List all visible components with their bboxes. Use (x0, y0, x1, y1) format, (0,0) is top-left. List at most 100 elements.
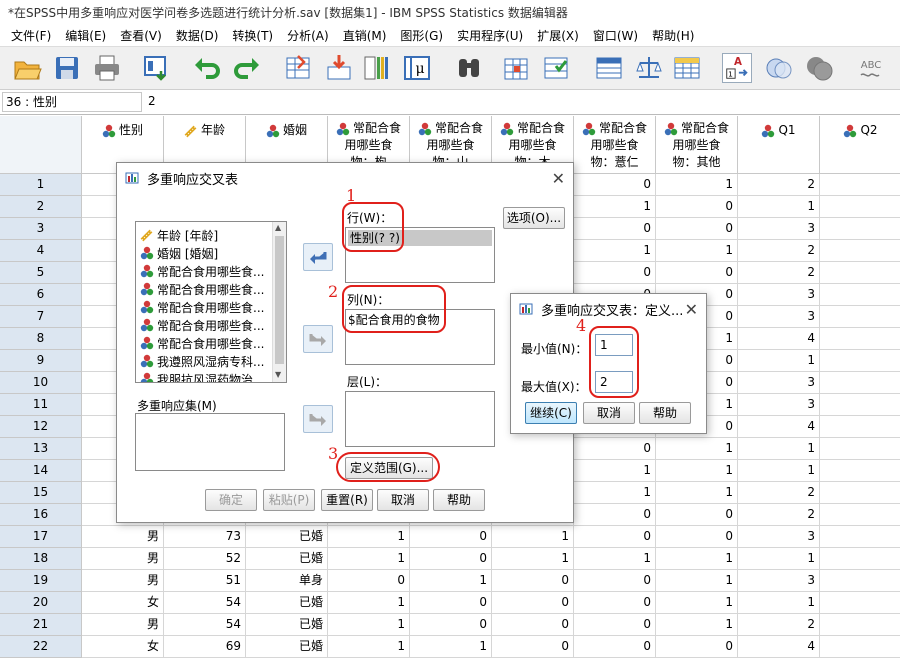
cancel-button[interactable]: 取消 (377, 489, 429, 511)
row-header[interactable]: 6 (0, 284, 82, 306)
table-cell[interactable]: 3 (738, 306, 820, 328)
close-icon[interactable]: ✕ (552, 169, 565, 188)
table-cell[interactable]: 1 (656, 460, 738, 482)
table-cell[interactable]: 3 (738, 570, 820, 592)
insert-variable-icon[interactable] (542, 53, 572, 83)
table-cell[interactable]: 0 (410, 548, 492, 570)
table-cell[interactable]: 0 (410, 592, 492, 614)
table-cell[interactable] (820, 548, 900, 570)
table-cell[interactable] (820, 284, 900, 306)
variables-icon[interactable] (362, 53, 392, 83)
scroll-up-icon[interactable]: ▲ (275, 224, 284, 233)
table-cell[interactable]: 0 (656, 504, 738, 526)
table-cell[interactable]: 0 (574, 218, 656, 240)
table-cell[interactable]: 男 (82, 570, 164, 592)
table-cell[interactable]: 1 (492, 548, 574, 570)
table-cell[interactable]: 1 (328, 526, 410, 548)
table-cell[interactable] (820, 482, 900, 504)
row-header[interactable]: 10 (0, 372, 82, 394)
cancel-button[interactable]: 取消 (583, 402, 635, 424)
goto-case-icon[interactable] (284, 53, 314, 83)
table-cell[interactable]: 0 (574, 174, 656, 196)
table-cell[interactable] (820, 218, 900, 240)
table-cell[interactable]: 1 (738, 350, 820, 372)
table-cell[interactable]: 4 (738, 636, 820, 658)
row-header[interactable]: 1 (0, 174, 82, 196)
table-cell[interactable]: 1 (410, 570, 492, 592)
grid-corner[interactable] (0, 116, 82, 174)
table-cell[interactable]: 0 (492, 614, 574, 636)
table-cell[interactable]: 1 (656, 614, 738, 636)
menu-help[interactable]: 帮助(H) (645, 27, 701, 44)
list-item[interactable]: 常配合食用哪些食... (140, 298, 264, 316)
table-cell[interactable]: 0 (574, 438, 656, 460)
row-header[interactable]: 21 (0, 614, 82, 636)
row-header[interactable]: 2 (0, 196, 82, 218)
table-cell[interactable]: 1 (574, 482, 656, 504)
table-cell[interactable]: 1 (738, 196, 820, 218)
cell-value-input[interactable]: 2 (145, 92, 895, 112)
table-cell[interactable] (820, 306, 900, 328)
table-cell[interactable]: 2 (738, 174, 820, 196)
menu-window[interactable]: 窗口(W) (586, 27, 645, 44)
select-cases-icon[interactable] (672, 53, 702, 83)
table-cell[interactable]: 0 (574, 526, 656, 548)
table-cell[interactable]: 1 (656, 570, 738, 592)
table-cell[interactable] (820, 372, 900, 394)
scroll-thumb[interactable] (275, 236, 284, 364)
continue-button[interactable]: 继续(C) (525, 402, 577, 424)
table-cell[interactable]: 1 (738, 438, 820, 460)
table-cell[interactable] (820, 174, 900, 196)
insert-cases-icon[interactable] (502, 53, 532, 83)
find-icon[interactable] (454, 53, 484, 83)
list-item[interactable]: 我服抗风湿药物治... (140, 370, 264, 382)
table-cell[interactable]: 0 (574, 592, 656, 614)
menu-view[interactable]: 查看(V) (113, 27, 169, 44)
split-file-icon[interactable] (594, 53, 624, 83)
table-cell[interactable]: 3 (738, 284, 820, 306)
list-item[interactable]: 婚姻 [婚姻] (140, 244, 218, 262)
row-header[interactable]: 5 (0, 262, 82, 284)
source-variable-list[interactable]: 年龄 [年龄] 婚姻 [婚姻] 常配合食用哪些食... 常配合食用哪些食... 常配合食… (135, 221, 287, 383)
table-cell[interactable]: 1 (656, 482, 738, 504)
table-cell[interactable]: 1 (656, 592, 738, 614)
table-cell[interactable]: 0 (656, 262, 738, 284)
table-cell[interactable] (820, 570, 900, 592)
move-to-column-button[interactable] (303, 325, 333, 353)
table-cell[interactable] (820, 328, 900, 350)
column-header[interactable]: 常配合食用哪些食物：其他 (656, 116, 738, 174)
table-cell[interactable] (820, 614, 900, 636)
paste-button[interactable]: 粘贴(P) (263, 489, 315, 511)
weight-cases-icon[interactable] (634, 53, 664, 83)
list-item[interactable]: 常配合食用哪些食... (140, 334, 264, 352)
scroll-down-icon[interactable]: ▼ (275, 371, 284, 380)
table-cell[interactable] (820, 438, 900, 460)
column-header[interactable]: Q1 (738, 116, 820, 174)
row-header[interactable]: 12 (0, 416, 82, 438)
table-cell[interactable]: 1 (328, 614, 410, 636)
row-header[interactable]: 4 (0, 240, 82, 262)
run-descriptives-icon[interactable]: μ (402, 53, 432, 83)
table-cell[interactable]: 单身 (246, 570, 328, 592)
move-to-layer-button[interactable] (303, 405, 333, 433)
menu-edit[interactable]: 编辑(E) (58, 27, 113, 44)
row-header[interactable]: 18 (0, 548, 82, 570)
table-cell[interactable]: 2 (738, 504, 820, 526)
menu-analyze[interactable]: 分析(A) (280, 27, 336, 44)
print-icon[interactable] (92, 53, 122, 83)
reset-button[interactable]: 重置(R) (321, 489, 373, 511)
spell-check-icon[interactable]: ABC (856, 53, 886, 83)
list-item[interactable]: 常配合食用哪些食... (140, 316, 264, 334)
menu-graphs[interactable]: 图形(G) (393, 27, 450, 44)
table-cell[interactable]: 0 (328, 570, 410, 592)
close-icon[interactable]: ✕ (685, 300, 698, 319)
goto-variable-icon[interactable] (324, 53, 354, 83)
table-cell[interactable]: 0 (492, 636, 574, 658)
table-cell[interactable]: 1 (328, 592, 410, 614)
row-header[interactable]: 15 (0, 482, 82, 504)
table-cell[interactable]: 2 (738, 482, 820, 504)
table-cell[interactable]: 已婚 (246, 636, 328, 658)
table-cell[interactable]: 0 (410, 614, 492, 636)
list-item[interactable]: 年龄 [年龄] (140, 226, 218, 244)
column-header[interactable]: Q2 (820, 116, 900, 174)
